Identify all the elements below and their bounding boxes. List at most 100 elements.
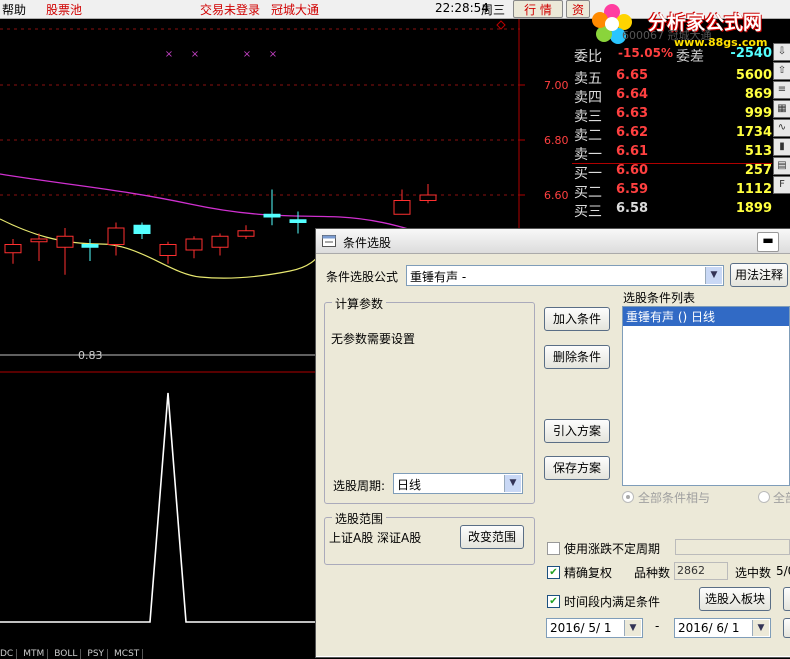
condition-select-dialog: 条件选股 ▬ 条件选股公式 重锤有声 - ▼ 用法注释 计算参数 无参数需要设置… <box>315 228 790 658</box>
indicator-tab[interactable]: MCST <box>114 649 144 659</box>
quote-price: 6.61 <box>616 144 649 159</box>
formula-select[interactable]: 重锤有声 - ▼ <box>406 265 724 286</box>
chart-line-icon[interactable]: ∿ <box>773 119 790 137</box>
menu-stock-pool[interactable]: 股票池 <box>46 1 82 18</box>
change-range-button[interactable]: 改变范围 <box>460 525 524 549</box>
info-button[interactable]: 资 <box>566 0 590 18</box>
radio-or-label: 全部 <box>773 491 790 505</box>
quote-row[interactable]: 卖三 6.63 999 <box>572 106 772 125</box>
quote-price: 6.59 <box>616 182 649 197</box>
window-icon <box>322 235 336 247</box>
use-limit-checkbox[interactable] <box>547 542 560 555</box>
period-label: 选股周期: <box>333 479 386 493</box>
table-icon[interactable]: ▤ <box>773 157 790 175</box>
quote-price: 6.65 <box>616 68 649 83</box>
grid-icon[interactable]: ▦ <box>773 100 790 118</box>
signal-marker: × <box>269 49 277 60</box>
indicator-tab[interactable]: PSY <box>87 649 109 659</box>
date-to-picker[interactable]: 2016/ 6/ 1 ▼ <box>674 618 771 638</box>
ratio-row: 委比 -15.05% 委差 -2540 <box>572 46 772 65</box>
quote-price: 6.60 <box>616 163 649 178</box>
date-to-value: 2016/ 6/ 1 <box>678 621 740 635</box>
count-label: 品种数 <box>634 566 671 580</box>
chevron-down-icon[interactable]: ▼ <box>624 620 641 636</box>
exact-rights-checkbox[interactable]: ✔ <box>547 566 560 579</box>
f10-icon[interactable]: F <box>773 176 790 194</box>
candle <box>393 189 411 215</box>
save-plan-button[interactable]: 保存方案 <box>544 456 610 480</box>
date-from-picker[interactable]: 2016/ 5/ 1 ▼ <box>546 618 643 638</box>
diamond-marker <box>496 20 506 30</box>
quote-volume: 513 <box>744 144 772 159</box>
ratio-label: 委比 <box>574 49 602 65</box>
quote-button[interactable]: 行 情 <box>513 0 563 18</box>
conditions-list[interactable]: 重锤有声 () 日线 <box>622 306 790 486</box>
order-book: 委比 -15.05% 委差 -2540 卖五 6.65 5600 卖四 6.64 869 卖… <box>572 40 772 230</box>
price-tick-label: 6.60 <box>544 189 569 202</box>
low-price-annotation: 0.83 <box>78 349 103 362</box>
trade-status[interactable]: 交易未登录 <box>200 1 260 18</box>
weekday: 周三 <box>481 3 506 17</box>
quote-row[interactable]: 卖四 6.64 869 <box>572 87 772 106</box>
selected-value: 5/0 <box>776 564 790 578</box>
quote-volume: 869 <box>744 87 772 102</box>
radio-and-label: 全部条件相与 <box>638 491 711 505</box>
chevron-down-icon[interactable]: ▼ <box>504 475 521 492</box>
quote-row[interactable]: 买一 6.60 257 <box>572 163 772 182</box>
indicator-line <box>0 392 320 623</box>
delete-condition-button[interactable]: 删除条件 <box>544 345 610 369</box>
timerange-label: 时间段内满足条件 <box>564 595 661 609</box>
ratio-value: -15.05% <box>618 46 673 60</box>
formula-select-value: 重锤有声 - <box>410 270 467 284</box>
more-button-2[interactable] <box>783 618 790 638</box>
quote-level-label: 卖四 <box>574 90 602 106</box>
quote-volume: 999 <box>744 106 772 121</box>
quote-price: 6.62 <box>616 125 649 140</box>
quote-level-label: 买二 <box>574 185 602 201</box>
params-group-title: 计算参数 <box>332 295 387 312</box>
chevron-down-icon[interactable]: ▼ <box>705 267 722 284</box>
radio-and[interactable] <box>622 491 634 503</box>
indicator-tab[interactable]: BOLL <box>54 649 82 659</box>
more-button[interactable] <box>783 587 790 611</box>
import-plan-button[interactable]: 引入方案 <box>544 419 610 443</box>
add-condition-button[interactable]: 加入条件 <box>544 307 610 331</box>
formula-label: 条件选股公式 <box>326 270 399 284</box>
quote-row[interactable]: 卖一 6.61 513 <box>572 144 772 163</box>
count-value: 2862 <box>677 564 705 577</box>
candle <box>289 211 307 234</box>
dialog-titlebar[interactable]: 条件选股 ▬ <box>316 229 790 254</box>
timerange-checkbox[interactable]: ✔ <box>547 595 560 608</box>
add-to-block-button[interactable]: 选股入板块 <box>699 587 771 611</box>
quote-row[interactable]: 卖二 6.62 1734 <box>572 125 772 144</box>
candle <box>56 228 74 275</box>
period-select[interactable]: 日线 ▼ <box>393 473 523 494</box>
arrow-up-icon[interactable]: ⇧ <box>773 62 790 80</box>
radio-or[interactable] <box>758 491 770 503</box>
signal-marker: × <box>191 49 199 60</box>
indicator-tab[interactable]: MTM <box>23 649 49 659</box>
usage-notes-button[interactable]: 用法注释 <box>730 263 788 287</box>
indicator-tab[interactable]: DC <box>0 649 18 659</box>
list-icon[interactable]: ≡ <box>773 81 790 99</box>
range-text: 上证A股 深证A股 <box>329 531 422 545</box>
quote-price: 6.64 <box>616 87 649 102</box>
date-from-value: 2016/ 5/ 1 <box>550 621 612 635</box>
arrow-down-icon[interactable]: ⇩ <box>773 43 790 61</box>
chevron-down-icon[interactable]: ▼ <box>752 620 769 636</box>
quote-row[interactable]: 买二 6.59 1112 <box>572 182 772 201</box>
minimize-button[interactable]: ▬ <box>757 232 779 252</box>
quote-row[interactable]: 买三 6.58 1899 <box>572 201 772 220</box>
quote-volume: 1112 <box>735 182 772 197</box>
quote-volume: 1734 <box>735 125 772 140</box>
quote-row[interactable]: 卖五 6.65 5600 <box>572 68 772 87</box>
price-tick-label: 7.00 <box>544 79 569 92</box>
bar-chart-icon[interactable]: ▮ <box>773 138 790 156</box>
count-field: 2862 <box>674 562 728 580</box>
selected-label: 选中数 <box>735 566 772 580</box>
quote-level-label: 买三 <box>574 204 602 220</box>
menu-help[interactable]: 帮助 <box>2 1 26 18</box>
quote-price: 6.58 <box>616 201 649 216</box>
params-text: 无参数需要设置 <box>331 332 416 346</box>
list-item[interactable]: 重锤有声 () 日线 <box>623 307 789 326</box>
